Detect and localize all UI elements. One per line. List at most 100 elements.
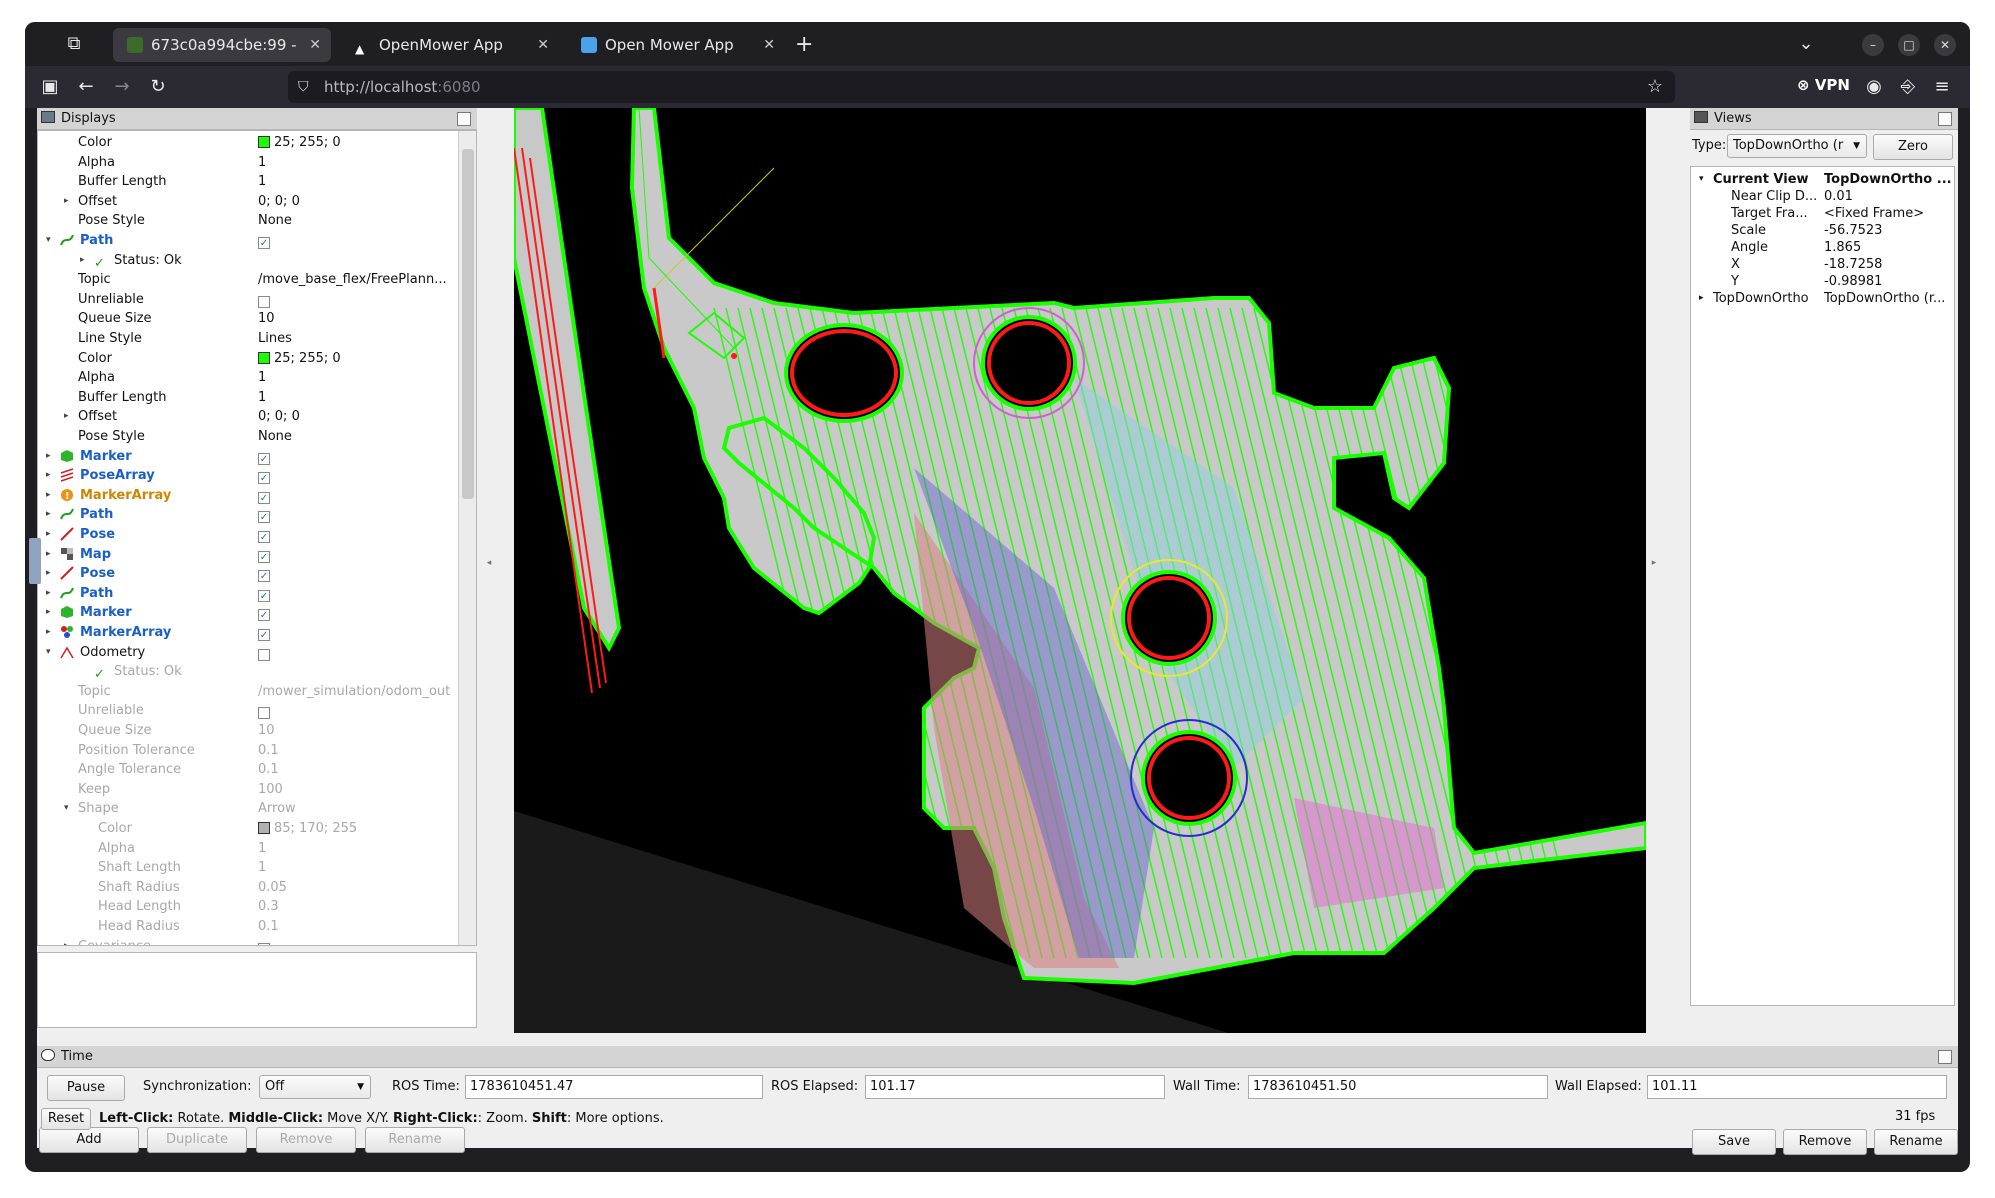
enabled-checkbox[interactable]: ✓ [258,550,270,563]
display-row-value[interactable]: 0.1 [258,741,453,760]
left-splitter-handle[interactable]: ◂ [484,558,494,568]
enabled-checkbox[interactable]: ✓ [258,629,270,641]
display-row[interactable]: Color 85; 170; 255 [38,819,458,838]
view-property-value[interactable]: -0.98981 [1824,273,1952,290]
display-row[interactable]: Color 25; 255; 0 [38,349,458,368]
display-row[interactable]: Keep 100 [38,780,458,799]
display-row-value[interactable]: ✓ [258,505,453,524]
display-row-value[interactable]: ✓ [258,643,453,662]
enabled-checkbox[interactable]: ✓ [258,511,270,524]
expand-right-icon[interactable]: ▸ [1699,290,1704,307]
ros-elapsed-field[interactable]: 101.17 [865,1075,1165,1099]
display-row-value[interactable]: 1 [258,839,453,858]
zero-button[interactable]: Zero [1873,134,1953,160]
remove-display-button[interactable]: Remove [256,1127,356,1153]
display-row-value[interactable]: 25; 255; 0 [258,349,453,368]
display-row-value[interactable]: 1 [258,153,453,172]
maximize-icon[interactable]: □ [1898,34,1920,56]
display-row-value[interactable]: ✓ [258,525,453,544]
display-row[interactable]: ✓ Status: Ok [38,662,458,682]
display-row[interactable]: ▸ Map ✓ [38,545,458,564]
display-row-value[interactable]: 10 [258,309,453,328]
expand-right-icon[interactable]: ▸ [46,564,51,583]
expand-right-icon[interactable]: ▸ [46,505,51,524]
display-row[interactable]: Position Tolerance 0.1 [38,741,458,760]
display-row[interactable]: Queue Size 10 [38,721,458,740]
enabled-checkbox[interactable]: ✓ [258,472,270,485]
enabled-checkbox[interactable]: ✓ [258,452,270,465]
enabled-checkbox[interactable]: ✓ [258,570,270,583]
display-row-value[interactable]: 25; 255; 0 [258,133,453,152]
display-row[interactable]: Unreliable ✓ [38,701,458,720]
display-row-value[interactable]: 10 [258,721,453,740]
display-row[interactable]: ▸ Offset 0; 0; 0 [38,192,458,211]
forward-icon[interactable]: → [109,74,135,100]
menu-icon[interactable]: ≡ [1929,74,1955,100]
display-row[interactable]: Topic/move_base_flex/FreePlann... [38,270,458,289]
display-row[interactable]: ▾ Odometry ✓ [38,643,458,662]
save-view-button[interactable]: Save [1692,1129,1776,1155]
add-button[interactable]: Add [39,1127,139,1153]
display-row[interactable]: ▸ MarkerArray ✓ [38,623,458,642]
undock-button[interactable] [457,112,471,126]
wall-elapsed-field[interactable]: 101.11 [1647,1075,1947,1099]
display-row-value[interactable]: ✓ [258,545,453,564]
display-row-value[interactable]: Arrow [258,799,453,818]
display-row-value[interactable]: 0.1 [258,917,453,936]
display-row[interactable]: Shaft Radius 0.05 [38,878,458,897]
display-row[interactable]: ▸! MarkerArray ✓ [38,486,458,505]
display-row-value[interactable]: ✓ [258,603,453,622]
bookmark-star-icon[interactable]: ☆ [1642,74,1668,100]
remove-view-button[interactable]: Remove [1783,1129,1867,1155]
view-property-value[interactable]: TopDownOrtho ... [1824,171,1952,188]
display-row-value[interactable]: 1 [258,388,453,407]
expand-down-icon[interactable]: ▾ [64,799,69,818]
account-icon[interactable]: ◉ [1861,74,1887,100]
display-row-value[interactable]: ✓ [258,937,453,945]
view-property-value[interactable]: 1.865 [1824,239,1952,256]
view-property-row[interactable]: Target Fra... <Fixed Frame> [1691,205,1953,222]
display-row-value[interactable]: ✓ [258,231,453,250]
display-row[interactable]: Queue Size 10 [38,309,458,328]
display-row[interactable]: Alpha 1 [38,368,458,387]
reload-icon[interactable]: ↻ [145,74,171,100]
display-row-value[interactable]: 1 [258,172,453,191]
wall-time-field[interactable]: 1783610451.50 [1248,1075,1548,1099]
reset-button[interactable]: Reset [41,1108,91,1130]
view-property-row[interactable]: ▸ TopDownOrtho TopDownOrtho (r... [1691,290,1953,307]
display-row-value[interactable]: ✓ [258,623,453,642]
display-row[interactable]: ▸ Covariance ✓ [38,937,458,945]
expand-right-icon[interactable]: ▸ [64,407,69,426]
display-row-value[interactable]: ✓ [258,486,453,505]
url-bar[interactable]: ⛉ http://localhost:6080 [288,71,1675,103]
view-property-value[interactable]: TopDownOrtho (r... [1824,290,1952,307]
view-property-row[interactable]: Y -0.98981 [1691,273,1953,290]
tab-openmower[interactable]: ▲ OpenMower App ✕ [341,28,559,62]
enabled-checkbox[interactable]: ✓ [258,589,270,602]
display-row[interactable]: Pose Style None [38,427,458,446]
display-row-value[interactable]: /mower_simulation/odom_out [258,682,453,701]
expand-right-icon[interactable]: ▸ [46,584,51,603]
display-row-value[interactable]: ✓ [258,290,453,309]
display-row[interactable]: ▸ Offset 0; 0; 0 [38,407,458,426]
display-row-value[interactable]: 0.3 [258,897,453,916]
display-row[interactable]: Line Style Lines [38,329,458,348]
expand-right-icon[interactable]: ▸ [46,545,51,564]
expand-right-icon[interactable]: ▸ [46,447,51,466]
display-row-value[interactable]: 85; 170; 255 [258,819,453,838]
display-row[interactable]: ▸ Path ✓ [38,505,458,524]
enabled-checkbox[interactable]: ✓ [258,491,270,504]
view-property-value[interactable]: -56.7523 [1824,222,1952,239]
expand-down-icon[interactable]: ▾ [1699,171,1704,188]
side-dock-handle[interactable] [29,538,41,584]
expand-right-icon[interactable]: ▸ [80,251,85,270]
display-row-value[interactable]: Lines [258,329,453,348]
close-tab-icon[interactable]: ✕ [537,28,549,62]
display-row-value[interactable]: 1 [258,368,453,387]
display-row-value[interactable]: None [258,427,453,446]
display-row[interactable]: Alpha 1 [38,839,458,858]
view-property-row[interactable]: ▾ Current View TopDownOrtho ... [1691,171,1953,188]
display-row-value[interactable]: 1 [258,858,453,877]
ros-time-field[interactable]: 1783610451.47 [465,1075,763,1099]
display-row-value[interactable]: 0; 0; 0 [258,407,453,426]
